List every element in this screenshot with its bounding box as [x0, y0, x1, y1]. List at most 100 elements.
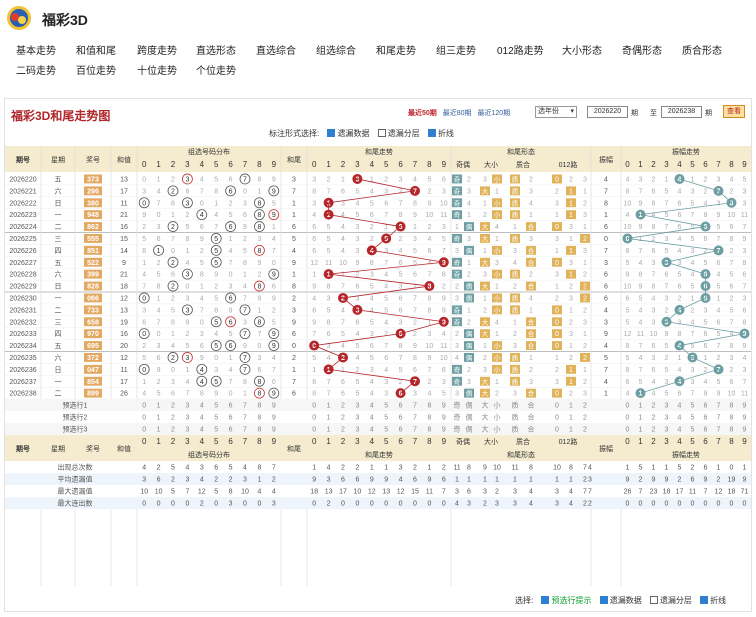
stats-zfzs-val: 0 [730, 465, 734, 472]
zuxuan-hit: 4 [200, 379, 204, 386]
nav-item-7[interactable]: 组三走势 [436, 42, 476, 57]
hwzs-hit: 6 [399, 331, 403, 338]
nav-item-14[interactable]: 十位走势 [137, 62, 177, 77]
hwzs-miss: 8 [442, 367, 446, 374]
recent-80-link[interactable]: 最近80期 [443, 110, 472, 117]
row-hewei: 4 [292, 248, 296, 255]
miss-layer-label: 遗漏分层 [387, 129, 420, 138]
zuxuan-miss: 9 [243, 224, 247, 231]
zfzs-miss: 3 [652, 307, 656, 314]
nav-item-10[interactable]: 奇偶形态 [622, 42, 662, 57]
footer-digit: 9 [272, 437, 277, 446]
row-week: 一 [55, 212, 62, 219]
nav-row-1: 基本走势 和值和尾 跨度走势 直选形态 直选综合 组选综合 和尾走势 组三走势 012路走势 大小… [0, 42, 756, 62]
footer-digit: 7 [413, 437, 418, 446]
row-hewei: 6 [292, 391, 296, 398]
lu-miss: 1 [583, 367, 587, 374]
zfzs-polyline [627, 178, 745, 394]
miss-layer-checkbox[interactable] [377, 128, 386, 137]
lu-hit: 1 [569, 200, 573, 207]
preselect-digit: 6 [704, 415, 708, 422]
to-issue-input[interactable]: 2026238 [661, 106, 702, 118]
hwxt-miss: 4 [529, 295, 533, 302]
zfzs-miss: 10 [650, 331, 658, 338]
nav-item-15[interactable]: 个位走势 [196, 62, 236, 77]
nav-item-1[interactable]: 和值和尾 [76, 42, 116, 57]
bottom-miss-layer-checkbox[interactable] [649, 595, 658, 604]
nav-item-4[interactable]: 直选综合 [256, 42, 296, 57]
zfzs-miss: 4 [652, 295, 656, 302]
recent-50-link[interactable]: 最近50期 [408, 110, 437, 117]
nav-item-5[interactable]: 组选综合 [316, 42, 356, 57]
zuxuan-hit: 3 [185, 200, 189, 207]
row-zhenfu: 5 [604, 355, 608, 362]
zuxuan-miss: 4 [200, 176, 204, 183]
preselect-digit: 9 [743, 403, 747, 410]
zfzs-miss: 5 [717, 379, 721, 386]
stats-zuxuan-val: 7 [185, 489, 189, 496]
stats-hwxt-val: 3 [555, 489, 559, 496]
hwzs-miss: 4 [355, 331, 359, 338]
zuxuan-miss: 7 [214, 224, 218, 231]
row-zhenfu: 4 [604, 379, 608, 386]
zfzs-hit: 1 [639, 391, 643, 398]
bottom-polyline-checkbox[interactable] [700, 595, 709, 604]
nav-item-2[interactable]: 跨度走势 [137, 42, 177, 57]
nav-item-13[interactable]: 百位走势 [76, 62, 116, 77]
stats-zfzs-val: 0 [678, 501, 682, 508]
nav-item-11[interactable]: 质合形态 [682, 42, 722, 57]
zuxuan-miss: 1 [200, 284, 204, 291]
nav-item-6[interactable]: 和尾走势 [376, 42, 416, 57]
nav-item-0[interactable]: 基本走势 [16, 42, 56, 57]
row-hewei: 1 [292, 367, 296, 374]
lu-hit: 0 [555, 319, 559, 326]
hwzs-miss: 5 [312, 355, 316, 362]
zuxuan-hit: 5 [214, 260, 218, 267]
stats-hwzs-val: 13 [325, 489, 333, 496]
year-select[interactable]: 选年份 ▾ [535, 106, 577, 118]
stats-zuxuan-val: 2 [229, 477, 233, 484]
zuxuan-miss: 7 [257, 331, 261, 338]
footer-digit: 8 [729, 437, 734, 446]
footer-digit: 9 [742, 437, 747, 446]
col-zuxuan-header: 组选号码分布 [188, 147, 230, 156]
row-num: 828 [87, 284, 99, 291]
hwzs-miss: 2 [370, 224, 374, 231]
stats-zfzs-val: 26 [624, 489, 632, 496]
row-hewei: 5 [292, 236, 296, 243]
from-issue-input[interactable]: 2026220 [587, 106, 628, 118]
zuxuan-miss: 2 [157, 379, 161, 386]
zuxuan-miss: 0 [229, 272, 233, 279]
miss-data-checkbox[interactable] [327, 128, 336, 137]
zuxuan-miss: 4 [200, 295, 204, 302]
nav-item-9[interactable]: 大小形态 [562, 42, 602, 57]
recent-120-link[interactable]: 最近120期 [478, 110, 511, 117]
stats-hwzs-val: 2 [442, 465, 446, 472]
polyline-checkbox[interactable] [427, 128, 436, 137]
preselect-tip-checkbox[interactable] [541, 595, 550, 604]
polyline-label: 折线 [437, 129, 454, 138]
row-sum: 14 [120, 248, 128, 255]
preselect-digit: 3 [665, 427, 669, 434]
stats-zfzs-val: 0 [665, 501, 669, 508]
nav-item-12[interactable]: 二码走势 [16, 62, 56, 77]
preselect-digit: 4 [200, 403, 204, 410]
zuxuan-miss: 7 [229, 379, 233, 386]
zuxuan-miss: 9 [185, 319, 189, 326]
hwxt-hit: 奇 [454, 258, 461, 267]
zfzs-miss: 5 [639, 379, 643, 386]
zfzs-miss: 5 [678, 272, 682, 279]
nav-item-3[interactable]: 直选形态 [196, 42, 236, 57]
bottom-miss-data-checkbox[interactable] [599, 595, 608, 604]
row-sum: 12 [120, 295, 128, 302]
hwzs-digit-header: 4 [370, 160, 375, 169]
lu-hit: 0 [555, 224, 559, 231]
query-button[interactable]: 查看 [723, 105, 745, 118]
stats-row-label: 出现总次数 [58, 463, 93, 472]
preselect-digit: 9 [743, 427, 747, 434]
nav-item-8[interactable]: 012路走势 [497, 42, 544, 57]
stats-zuxuan-val: 4 [272, 489, 276, 496]
preselect-form: 大 [482, 413, 489, 422]
zfzs-miss: 5 [665, 248, 669, 255]
hwxt-hit: 奇 [454, 270, 461, 279]
